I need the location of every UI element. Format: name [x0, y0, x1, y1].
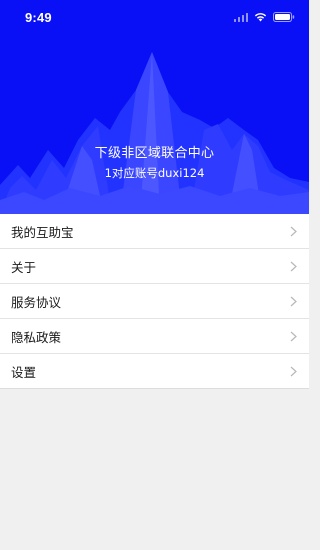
status-time: 9:49: [25, 10, 52, 25]
menu-item-label: 设置: [11, 364, 37, 380]
cellular-signal-icon: [233, 12, 248, 22]
chevron-right-icon: [290, 261, 297, 272]
chevron-right-icon: [290, 296, 297, 307]
wifi-icon: [254, 12, 267, 22]
menu-item-settings[interactable]: 设置: [0, 354, 309, 389]
status-bar: 9:49: [0, 0, 309, 36]
header-banner: 9:49 下级非区域联合中心 1对应账号duxi124: [0, 0, 309, 214]
account-subtitle: 1对应账号duxi124: [104, 166, 205, 180]
menu-item-label: 隐私政策: [11, 329, 62, 345]
menu-item-label: 关于: [11, 259, 37, 275]
chevron-right-icon: [290, 226, 297, 237]
menu-item-my-huzhubao[interactable]: 我的互助宝: [0, 214, 309, 249]
menu-item-label: 服务协议: [11, 294, 62, 310]
menu-item-privacy-policy[interactable]: 隐私政策: [0, 319, 309, 354]
chevron-right-icon: [290, 331, 297, 342]
menu-item-about[interactable]: 关于: [0, 249, 309, 284]
chevron-right-icon: [290, 366, 297, 377]
menu-item-label: 我的互助宝: [11, 224, 74, 240]
organization-title: 下级非区域联合中心: [94, 146, 215, 161]
menu-item-service-agreement[interactable]: 服务协议: [0, 284, 309, 319]
profile-page: 9:49 下级非区域联合中心 1对应账号duxi124 我的互助宝 关于 服务协…: [0, 0, 309, 550]
status-icons: [233, 12, 296, 22]
settings-menu-list: 我的互助宝 关于 服务协议 隐私政策 设置: [0, 214, 309, 389]
battery-icon: [273, 12, 295, 22]
